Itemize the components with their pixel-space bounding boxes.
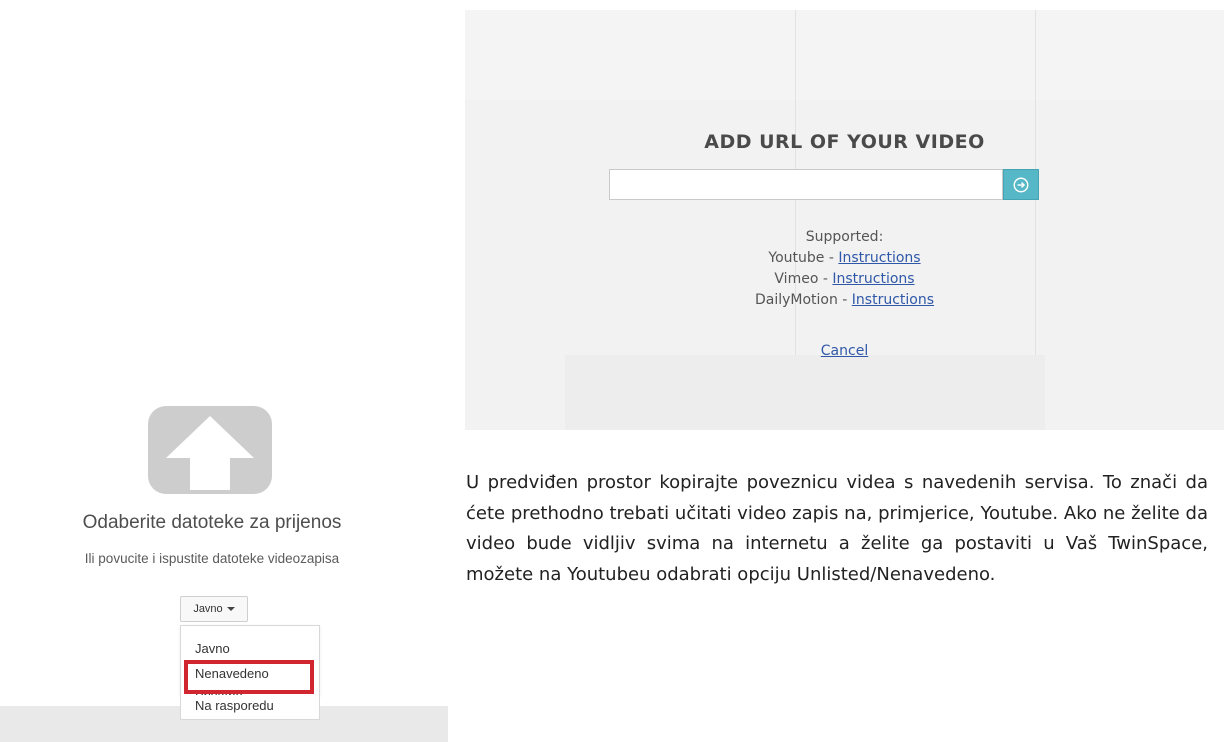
submit-url-button[interactable] [1003,169,1039,200]
caret-down-icon [226,607,235,611]
cancel-link[interactable]: Cancel [821,343,868,359]
privacy-dropdown-button[interactable]: Javno [180,596,248,622]
cancel-row: Cancel [465,343,1224,359]
option-javno[interactable]: Javno [195,641,230,656]
video-url-input[interactable] [609,169,1003,200]
vimeo-instructions-link[interactable]: Instructions [832,271,914,287]
upload-icon[interactable] [148,406,272,494]
service-vimeo: Vimeo - Instructions [774,271,915,287]
upload-subtitle: Ili povucite i ispustite datoteke videoz… [84,551,340,566]
arrow-right-circle-icon [1013,177,1029,192]
panel-background [565,355,1045,430]
panel-background [465,10,1224,100]
privacy-options-menu-bottom: Na rasporedu [180,695,320,720]
supported-label: Supported: [805,229,884,245]
url-panel-title: ADD URL OF YOUR VIDEO [704,131,985,153]
upload-title: Odaberite datoteke za prijenos [82,512,342,533]
dailymotion-instructions-link[interactable]: Instructions [852,292,934,308]
add-video-url-panel: ADD URL OF YOUR VIDEO Supported: Youtube… [465,10,1224,430]
url-input-row [609,169,1039,200]
privacy-button-label: Javno [193,603,223,615]
service-youtube: Youtube - Instructions [768,250,921,266]
service-dailymotion: DailyMotion - Instructions [754,292,935,308]
youtube-instructions-link[interactable]: Instructions [838,250,920,266]
instruction-paragraph: U predviđen prostor kopirajte poveznicu … [466,472,1208,585]
highlight-box [184,660,314,694]
supported-services: Supported: Youtube - Instructions Vimeo … [465,227,1224,311]
option-na-rasporedu[interactable]: Na rasporedu [195,698,274,713]
